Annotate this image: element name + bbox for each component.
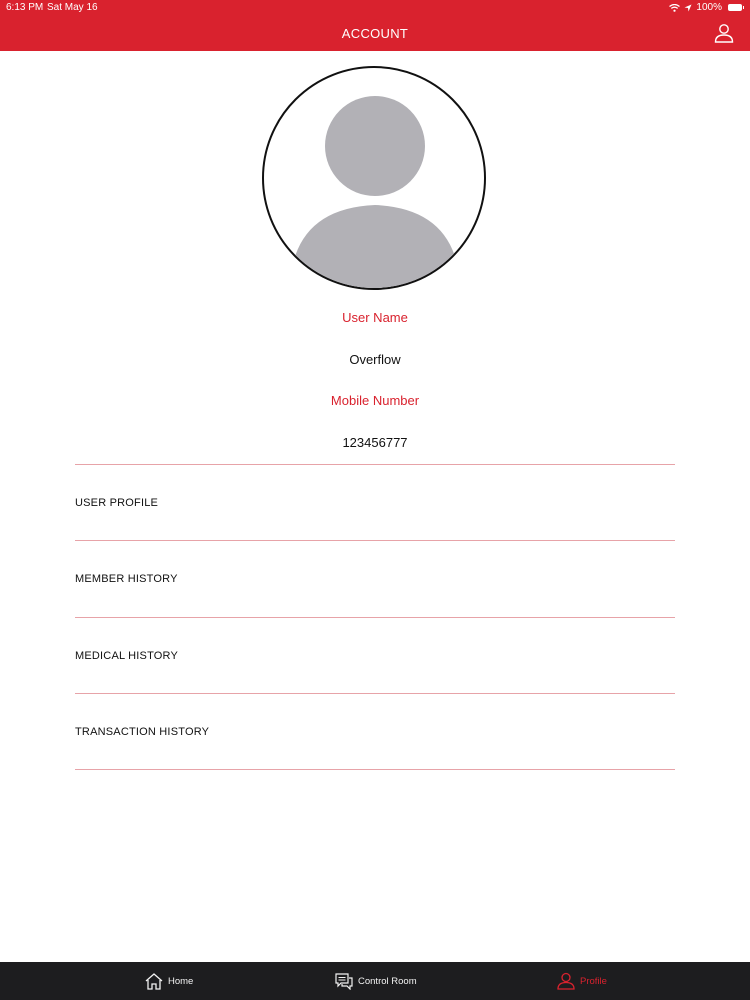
page-title: ACCOUNT — [341, 26, 409, 41]
tab-label: Profile — [580, 975, 607, 987]
tab-profile[interactable]: Profile — [557, 962, 607, 1000]
menu-item-transaction-history[interactable]: TRANSACTION HISTORY — [75, 694, 675, 770]
status-date: Sat May 16 — [47, 2, 98, 13]
menu-item-label: USER PROFILE — [75, 497, 159, 509]
user-icon — [557, 972, 575, 990]
home-icon — [145, 972, 163, 990]
tab-control-room[interactable]: Control Room — [335, 962, 417, 1000]
username-value: Overflow — [349, 352, 401, 367]
username-label: User Name — [342, 310, 408, 325]
status-bar: 6:13 PM Sat May 16 100% — [0, 0, 750, 16]
menu-item-user-profile[interactable]: USER PROFILE — [75, 465, 675, 541]
menu-item-member-history[interactable]: MEMBER HISTORY — [75, 541, 675, 617]
menu-item-label: MEDICAL HISTORY — [75, 650, 179, 662]
app-header: 6:13 PM Sat May 16 100% ACCOUNT — [0, 0, 750, 51]
wifi-icon — [669, 3, 681, 12]
battery-percent: 100% — [696, 2, 722, 13]
status-indicators: 100% — [669, 2, 744, 13]
status-time: 6:13 PM — [6, 2, 44, 13]
mobile-value: 123456777 — [342, 435, 408, 450]
menu-item-medical-history[interactable]: MEDICAL HISTORY — [75, 618, 675, 694]
user-icon[interactable] — [714, 23, 734, 43]
tab-bar: Home Control Room Profile — [0, 962, 750, 1000]
avatar[interactable] — [262, 66, 486, 290]
default-avatar-icon — [292, 96, 458, 288]
mobile-label: Mobile Number — [330, 393, 420, 408]
battery-icon — [728, 4, 744, 11]
divider — [75, 769, 675, 770]
menu-item-label: MEMBER HISTORY — [75, 573, 178, 585]
tab-home[interactable]: Home — [145, 962, 193, 1000]
tab-label: Home — [168, 975, 194, 987]
chat-icon — [335, 972, 353, 990]
location-arrow-icon — [684, 4, 692, 11]
menu-item-label: TRANSACTION HISTORY — [75, 726, 210, 738]
tab-label: Control Room — [358, 975, 417, 987]
